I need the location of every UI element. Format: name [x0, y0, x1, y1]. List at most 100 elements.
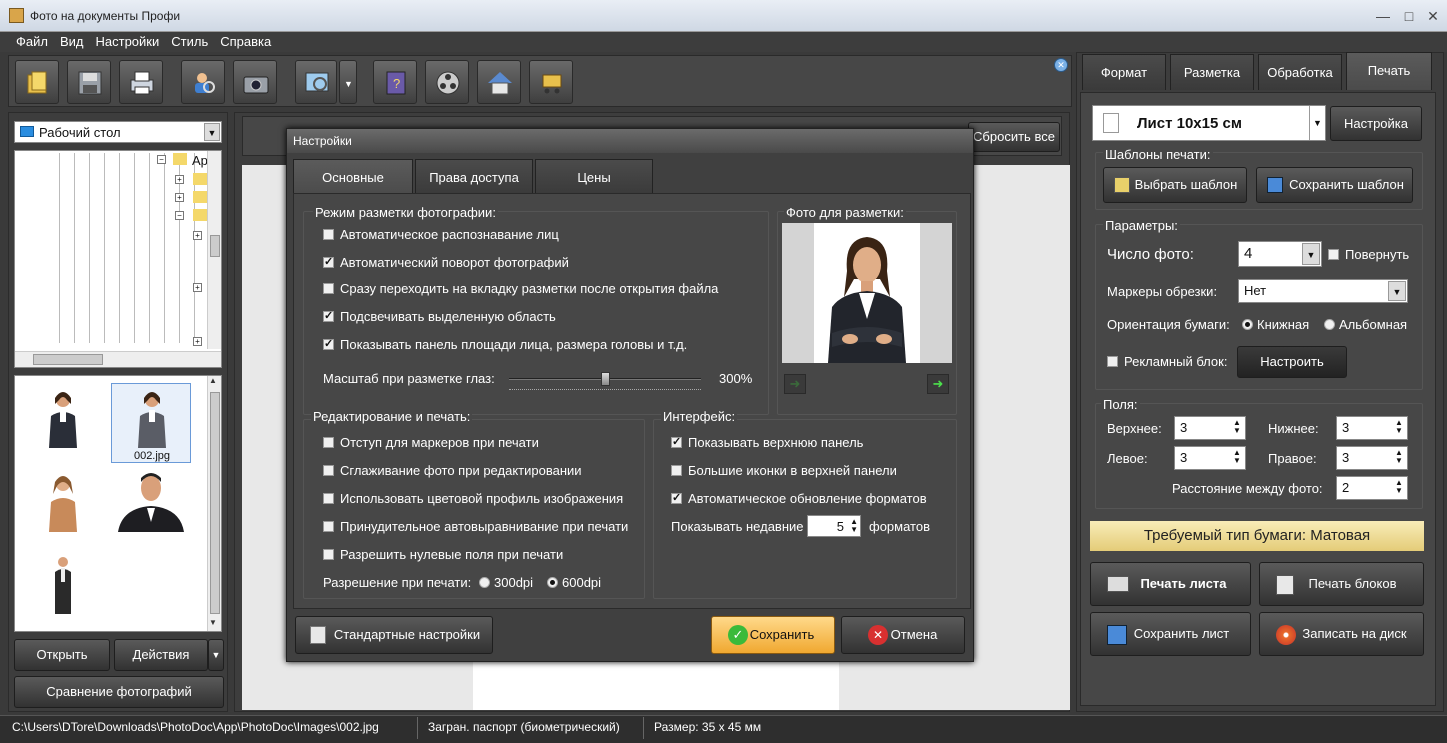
- portrait-radio[interactable]: Книжная: [1242, 317, 1309, 332]
- collapse-icon[interactable]: −: [175, 211, 184, 220]
- actions-dropdown[interactable]: ▼: [208, 639, 224, 671]
- photo-gap-stepper[interactable]: 2 ▲ ▼: [1336, 476, 1408, 500]
- defaults-button[interactable]: Стандартные настройки: [295, 616, 493, 654]
- show-top-panel-checkbox[interactable]: Показывать верхнюю панель: [671, 435, 863, 450]
- left-margin-stepper[interactable]: 3 ▲ ▼: [1174, 446, 1246, 470]
- big-icons-checkbox[interactable]: Большие иконки в верхней панели: [671, 463, 897, 478]
- zero-margins-checkbox[interactable]: Разрешить нулевые поля при печати: [323, 547, 563, 562]
- maximize-icon[interactable]: □: [1398, 6, 1420, 26]
- expand-icon[interactable]: +: [193, 337, 202, 346]
- rotate-checkbox[interactable]: Повернуть: [1328, 247, 1409, 262]
- go-to-layout-checkbox[interactable]: Сразу переходить на вкладку разметки пос…: [323, 281, 718, 296]
- cart-button[interactable]: [529, 60, 573, 104]
- collapse-icon[interactable]: −: [157, 155, 166, 164]
- expand-icon[interactable]: +: [175, 193, 184, 202]
- prev-photo-arrow-icon[interactable]: ➜: [784, 374, 806, 394]
- expand-icon[interactable]: +: [193, 231, 202, 240]
- menu-help[interactable]: Справка: [214, 32, 277, 51]
- stepper-arrows-icon[interactable]: ▲ ▼: [1395, 479, 1405, 495]
- crop-markers-select[interactable]: Нет ▼: [1238, 279, 1408, 303]
- menu-file[interactable]: Файл: [10, 32, 54, 51]
- thumbnail-9[interactable]: 9.jpg: [23, 552, 103, 632]
- tab-basic[interactable]: Основные: [293, 159, 413, 195]
- res-300-radio[interactable]: 300dpi: [479, 575, 533, 590]
- right-margin-stepper[interactable]: 3 ▲ ▼: [1336, 446, 1408, 470]
- stepper-arrows-icon[interactable]: ▲ ▼: [1395, 449, 1405, 465]
- landscape-radio[interactable]: Альбомная: [1324, 317, 1407, 332]
- menu-view[interactable]: Вид: [54, 32, 90, 51]
- print-sheet-button[interactable]: Печать листа: [1090, 562, 1251, 606]
- auto-rotate-checkbox[interactable]: Автоматический поворот фотографий: [323, 255, 569, 270]
- save-button[interactable]: [67, 60, 111, 104]
- top-margin-stepper[interactable]: 3 ▲ ▼: [1174, 416, 1246, 440]
- photo-edit-dropdown[interactable]: ▼: [339, 60, 357, 104]
- expand-icon[interactable]: +: [193, 283, 202, 292]
- minimize-icon[interactable]: —: [1372, 6, 1394, 26]
- auto-align-checkbox[interactable]: Принудительное автовыравнивание при печа…: [323, 519, 628, 534]
- thumbnail-003[interactable]: 003.jpg: [23, 468, 103, 548]
- print-button[interactable]: [119, 60, 163, 104]
- folder-select[interactable]: Рабочий стол ▼: [14, 121, 222, 143]
- tab-access[interactable]: Права доступа: [415, 159, 533, 195]
- tab-format[interactable]: Формат: [1082, 54, 1166, 90]
- tab-print[interactable]: Печать: [1346, 52, 1432, 90]
- scroll-thumb[interactable]: [33, 354, 103, 365]
- actions-button[interactable]: Действия: [114, 639, 208, 671]
- tab-processing[interactable]: Обработка: [1258, 54, 1342, 90]
- thumbnail-6[interactable]: 6.jpg: [111, 468, 191, 548]
- tab-prices[interactable]: Цены: [535, 159, 653, 195]
- thumbnail-list[interactable]: 001.jpg 002.jpg 003.jpg 6.jpg 9.jpg ▲ ▼: [14, 375, 222, 632]
- stepper-arrows-icon[interactable]: ▲ ▼: [1233, 449, 1243, 465]
- stepper-arrows-icon[interactable]: ▲ ▼: [848, 518, 858, 534]
- cancel-button[interactable]: ✕ Отмена: [841, 616, 965, 654]
- open-folder-button[interactable]: [15, 60, 59, 104]
- open-button[interactable]: Открыть: [14, 639, 110, 671]
- camera-button[interactable]: [233, 60, 277, 104]
- thumbnail-002[interactable]: 002.jpg: [111, 383, 191, 463]
- thumbs-vscrollbar[interactable]: ▲ ▼: [207, 376, 221, 631]
- expand-icon[interactable]: +: [175, 175, 184, 184]
- recent-count-stepper[interactable]: 5 ▲ ▼: [807, 515, 861, 537]
- next-photo-arrow-icon[interactable]: ➜: [927, 374, 949, 394]
- chevron-down-icon[interactable]: ▼: [209, 618, 217, 627]
- print-blocks-button[interactable]: Печать блоков: [1259, 562, 1424, 606]
- stepper-arrows-icon[interactable]: ▲ ▼: [1233, 419, 1243, 435]
- tree-node-label[interactable]: Ар: [192, 153, 208, 168]
- reset-all-button[interactable]: Сбросить все: [968, 122, 1060, 152]
- sheet-setup-button[interactable]: Настройка: [1330, 106, 1422, 141]
- chevron-up-icon[interactable]: ▲: [209, 376, 217, 385]
- ad-block-setup-button[interactable]: Настроить: [1237, 346, 1347, 378]
- photo-edit-button[interactable]: [295, 60, 337, 104]
- save-template-button[interactable]: Сохранить шаблон: [1256, 167, 1413, 203]
- save-sheet-button[interactable]: Сохранить лист: [1090, 612, 1251, 656]
- menu-style[interactable]: Стиль: [165, 32, 214, 51]
- tree-vscrollbar[interactable]: [207, 151, 221, 349]
- ad-block-checkbox[interactable]: Рекламный блок:: [1107, 354, 1227, 369]
- face-search-button[interactable]: [181, 60, 225, 104]
- bottom-margin-stepper[interactable]: 3 ▲ ▼: [1336, 416, 1408, 440]
- smoothing-checkbox[interactable]: Сглаживание фото при редактировании: [323, 463, 582, 478]
- stepper-arrows-icon[interactable]: ▲ ▼: [1395, 419, 1405, 435]
- compare-photos-button[interactable]: Сравнение фотографий: [14, 676, 224, 708]
- face-panel-checkbox[interactable]: Показывать панель площади лица, размера …: [323, 337, 687, 352]
- sheet-select[interactable]: Лист 10x15 см ▼: [1092, 105, 1326, 141]
- highlight-area-checkbox[interactable]: Подсвечивать выделенную область: [323, 309, 556, 324]
- home-button[interactable]: [477, 60, 521, 104]
- scroll-thumb[interactable]: [210, 235, 220, 257]
- auto-update-formats-checkbox[interactable]: Автоматическое обновление форматов: [671, 491, 927, 506]
- eye-scale-thumb[interactable]: [601, 372, 610, 386]
- marker-indent-checkbox[interactable]: Отступ для маркеров при печати: [323, 435, 539, 450]
- toolbar-close-icon[interactable]: ✕: [1054, 58, 1068, 72]
- save-button[interactable]: ✓ Сохранить: [711, 616, 835, 654]
- color-profile-checkbox[interactable]: Использовать цветовой профиль изображени…: [323, 491, 623, 506]
- scroll-thumb[interactable]: [210, 392, 220, 614]
- folder-tree[interactable]: − Ар + + − + + +: [14, 150, 222, 368]
- tab-markup[interactable]: Разметка: [1170, 54, 1254, 90]
- photo-count-select[interactable]: 4 ▼: [1238, 241, 1322, 267]
- auto-face-detect-checkbox[interactable]: Автоматическое распознавание лиц: [323, 227, 559, 242]
- tree-hscrollbar[interactable]: [15, 351, 221, 367]
- menu-settings[interactable]: Настройки: [90, 32, 166, 51]
- res-600-radio[interactable]: 600dpi: [547, 575, 601, 590]
- close-icon[interactable]: ✕: [1422, 6, 1444, 26]
- film-button[interactable]: [425, 60, 469, 104]
